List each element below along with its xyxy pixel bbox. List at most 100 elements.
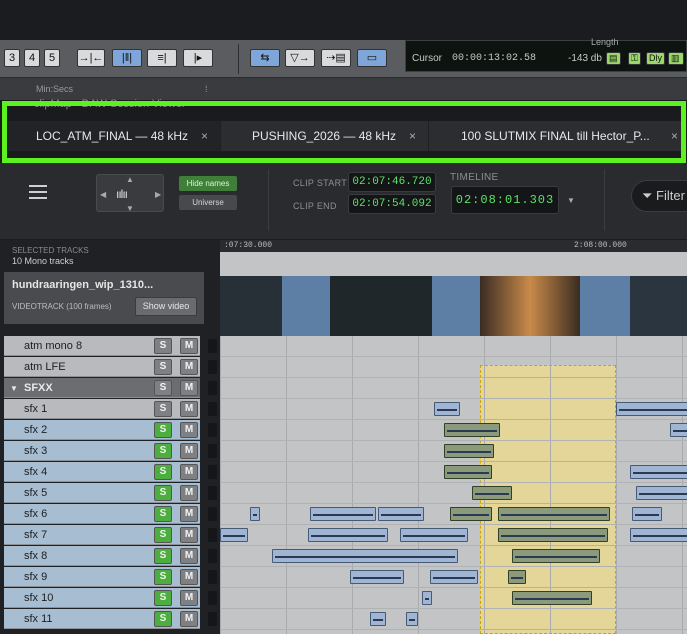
hide-names-toggle[interactable]: Hide names [179, 176, 237, 191]
solo-button[interactable]: S [154, 569, 172, 585]
host-nudge-icon[interactable]: ⇢▤ [321, 49, 351, 67]
solo-button[interactable]: S [154, 422, 172, 438]
mute-button[interactable]: M [180, 548, 198, 564]
nav-down-icon[interactable]: ▼ [126, 204, 134, 213]
host-list-icon[interactable]: ≡| [147, 49, 177, 67]
track-row[interactable]: sfx 2 SM [4, 420, 200, 440]
host-link-icon[interactable]: ⇆ [250, 49, 280, 67]
audio-clip[interactable] [632, 507, 662, 521]
audio-clip[interactable] [250, 507, 260, 521]
filter-button[interactable]: ⏷ Filter [631, 180, 687, 212]
audio-clip[interactable] [370, 612, 386, 626]
mute-button[interactable]: M [180, 506, 198, 522]
close-icon[interactable]: × [409, 121, 416, 151]
counter-grid-icon[interactable]: ▤ [606, 52, 621, 65]
host-tab-icon[interactable]: ▽→ [285, 49, 315, 67]
show-video-button[interactable]: Show video [135, 297, 197, 316]
mute-button[interactable]: M [180, 443, 198, 459]
audio-clip[interactable] [400, 528, 468, 542]
host-button-3[interactable]: 3 [4, 49, 20, 67]
mute-button[interactable]: M [180, 527, 198, 543]
solo-button[interactable]: S [154, 380, 172, 396]
audio-clip[interactable] [350, 570, 404, 584]
mute-button[interactable]: M [180, 380, 198, 396]
mute-button[interactable]: M [180, 401, 198, 417]
host-button-5[interactable]: 5 [44, 49, 60, 67]
menu-icon[interactable] [29, 185, 47, 199]
mute-button[interactable]: M [180, 338, 198, 354]
audio-clip[interactable] [508, 570, 526, 584]
dly-button[interactable]: Dly [646, 52, 665, 65]
solo-button[interactable]: S [154, 401, 172, 417]
audio-clip[interactable] [444, 465, 492, 479]
audio-clip[interactable] [444, 423, 500, 437]
close-icon[interactable]: × [201, 121, 208, 151]
solo-button[interactable]: S [154, 590, 172, 606]
solo-button[interactable]: S [154, 338, 172, 354]
timeline-lanes[interactable] [220, 252, 687, 634]
host-slip-icon[interactable]: |▸ [183, 49, 213, 67]
audio-clip[interactable] [378, 507, 424, 521]
solo-button[interactable]: S [154, 359, 172, 375]
video-thumbnail-strip[interactable] [220, 276, 687, 336]
track-row[interactable]: atm LFE S M [4, 357, 200, 377]
universe-button[interactable]: Universe [179, 195, 237, 210]
mute-button[interactable]: M [180, 485, 198, 501]
solo-button[interactable]: S [154, 527, 172, 543]
mute-button[interactable]: M [180, 569, 198, 585]
audio-clip[interactable] [498, 528, 608, 542]
track-row[interactable]: sfx 11 S M [4, 609, 200, 629]
audio-clip[interactable] [434, 402, 460, 416]
mute-button[interactable]: M [180, 611, 198, 627]
audio-clip[interactable] [406, 612, 418, 626]
nav-up-icon[interactable]: ▲ [126, 175, 134, 184]
audio-clip[interactable] [272, 549, 458, 563]
solo-button[interactable]: S [154, 443, 172, 459]
audio-clip[interactable] [498, 507, 610, 521]
mute-button[interactable]: M [180, 422, 198, 438]
track-row[interactable]: sfx 10 S M [4, 588, 200, 608]
audio-clip[interactable] [444, 444, 494, 458]
track-row[interactable]: ▼ SFXX S M [4, 378, 200, 398]
solo-button[interactable]: S [154, 485, 172, 501]
tab-loc-atm-final[interactable]: LOC_ATM_FINAL — 48 kHz × [8, 121, 221, 151]
audio-clip[interactable] [616, 402, 687, 416]
solo-button[interactable]: S [154, 611, 172, 627]
mute-button[interactable]: M [180, 590, 198, 606]
track-row[interactable]: sfx 9 SM [4, 567, 200, 587]
audio-clip[interactable] [512, 549, 600, 563]
mute-button[interactable]: M [180, 464, 198, 480]
solo-button[interactable]: S [154, 464, 172, 480]
track-row[interactable]: sfx 7 SM [4, 525, 200, 545]
audio-clip[interactable] [310, 507, 376, 521]
audio-clip[interactable] [422, 591, 432, 605]
folder-expand-icon[interactable]: ▼ [10, 384, 18, 393]
solo-button[interactable]: S [154, 506, 172, 522]
close-icon[interactable]: × [671, 121, 678, 151]
counter-more-icon[interactable]: ▥ [668, 52, 684, 65]
mute-button[interactable]: M [180, 359, 198, 375]
audio-clip[interactable] [630, 465, 687, 479]
track-row[interactable]: sfx 6 SM [4, 504, 200, 524]
host-shuffle-icon[interactable]: →|← [77, 49, 105, 67]
solo-button[interactable]: S [154, 548, 172, 564]
audio-clip[interactable] [512, 591, 592, 605]
audio-clip[interactable] [630, 528, 687, 542]
tab-slutmix-final[interactable]: 100 SLUTMIX FINAL till Hector_P... × [429, 121, 684, 151]
track-row[interactable]: sfx 5 SM [4, 483, 200, 503]
host-grid-icon[interactable]: |‖| [112, 49, 142, 67]
host-button-4[interactable]: 4 [24, 49, 40, 67]
audio-clip[interactable] [636, 486, 687, 500]
audio-clip[interactable] [220, 528, 248, 542]
audio-clip[interactable] [472, 486, 512, 500]
audio-clip[interactable] [450, 507, 492, 521]
host-window-icon[interactable]: ▭ [357, 49, 387, 67]
navigator-widget[interactable]: ▲ ◀ ▶ ▼ ıılıı [96, 174, 164, 213]
track-row[interactable]: sfx 8 SM [4, 546, 200, 566]
track-row[interactable]: sfx 4 SM [4, 462, 200, 482]
tab-pushing-2026[interactable]: PUSHING_2026 — 48 kHz × [221, 121, 429, 151]
audio-clip[interactable] [430, 570, 478, 584]
counter-lock-icon[interactable]: ⚿ [628, 52, 641, 65]
track-row[interactable]: sfx 1 SM [4, 399, 200, 419]
audio-clip[interactable] [670, 423, 687, 437]
